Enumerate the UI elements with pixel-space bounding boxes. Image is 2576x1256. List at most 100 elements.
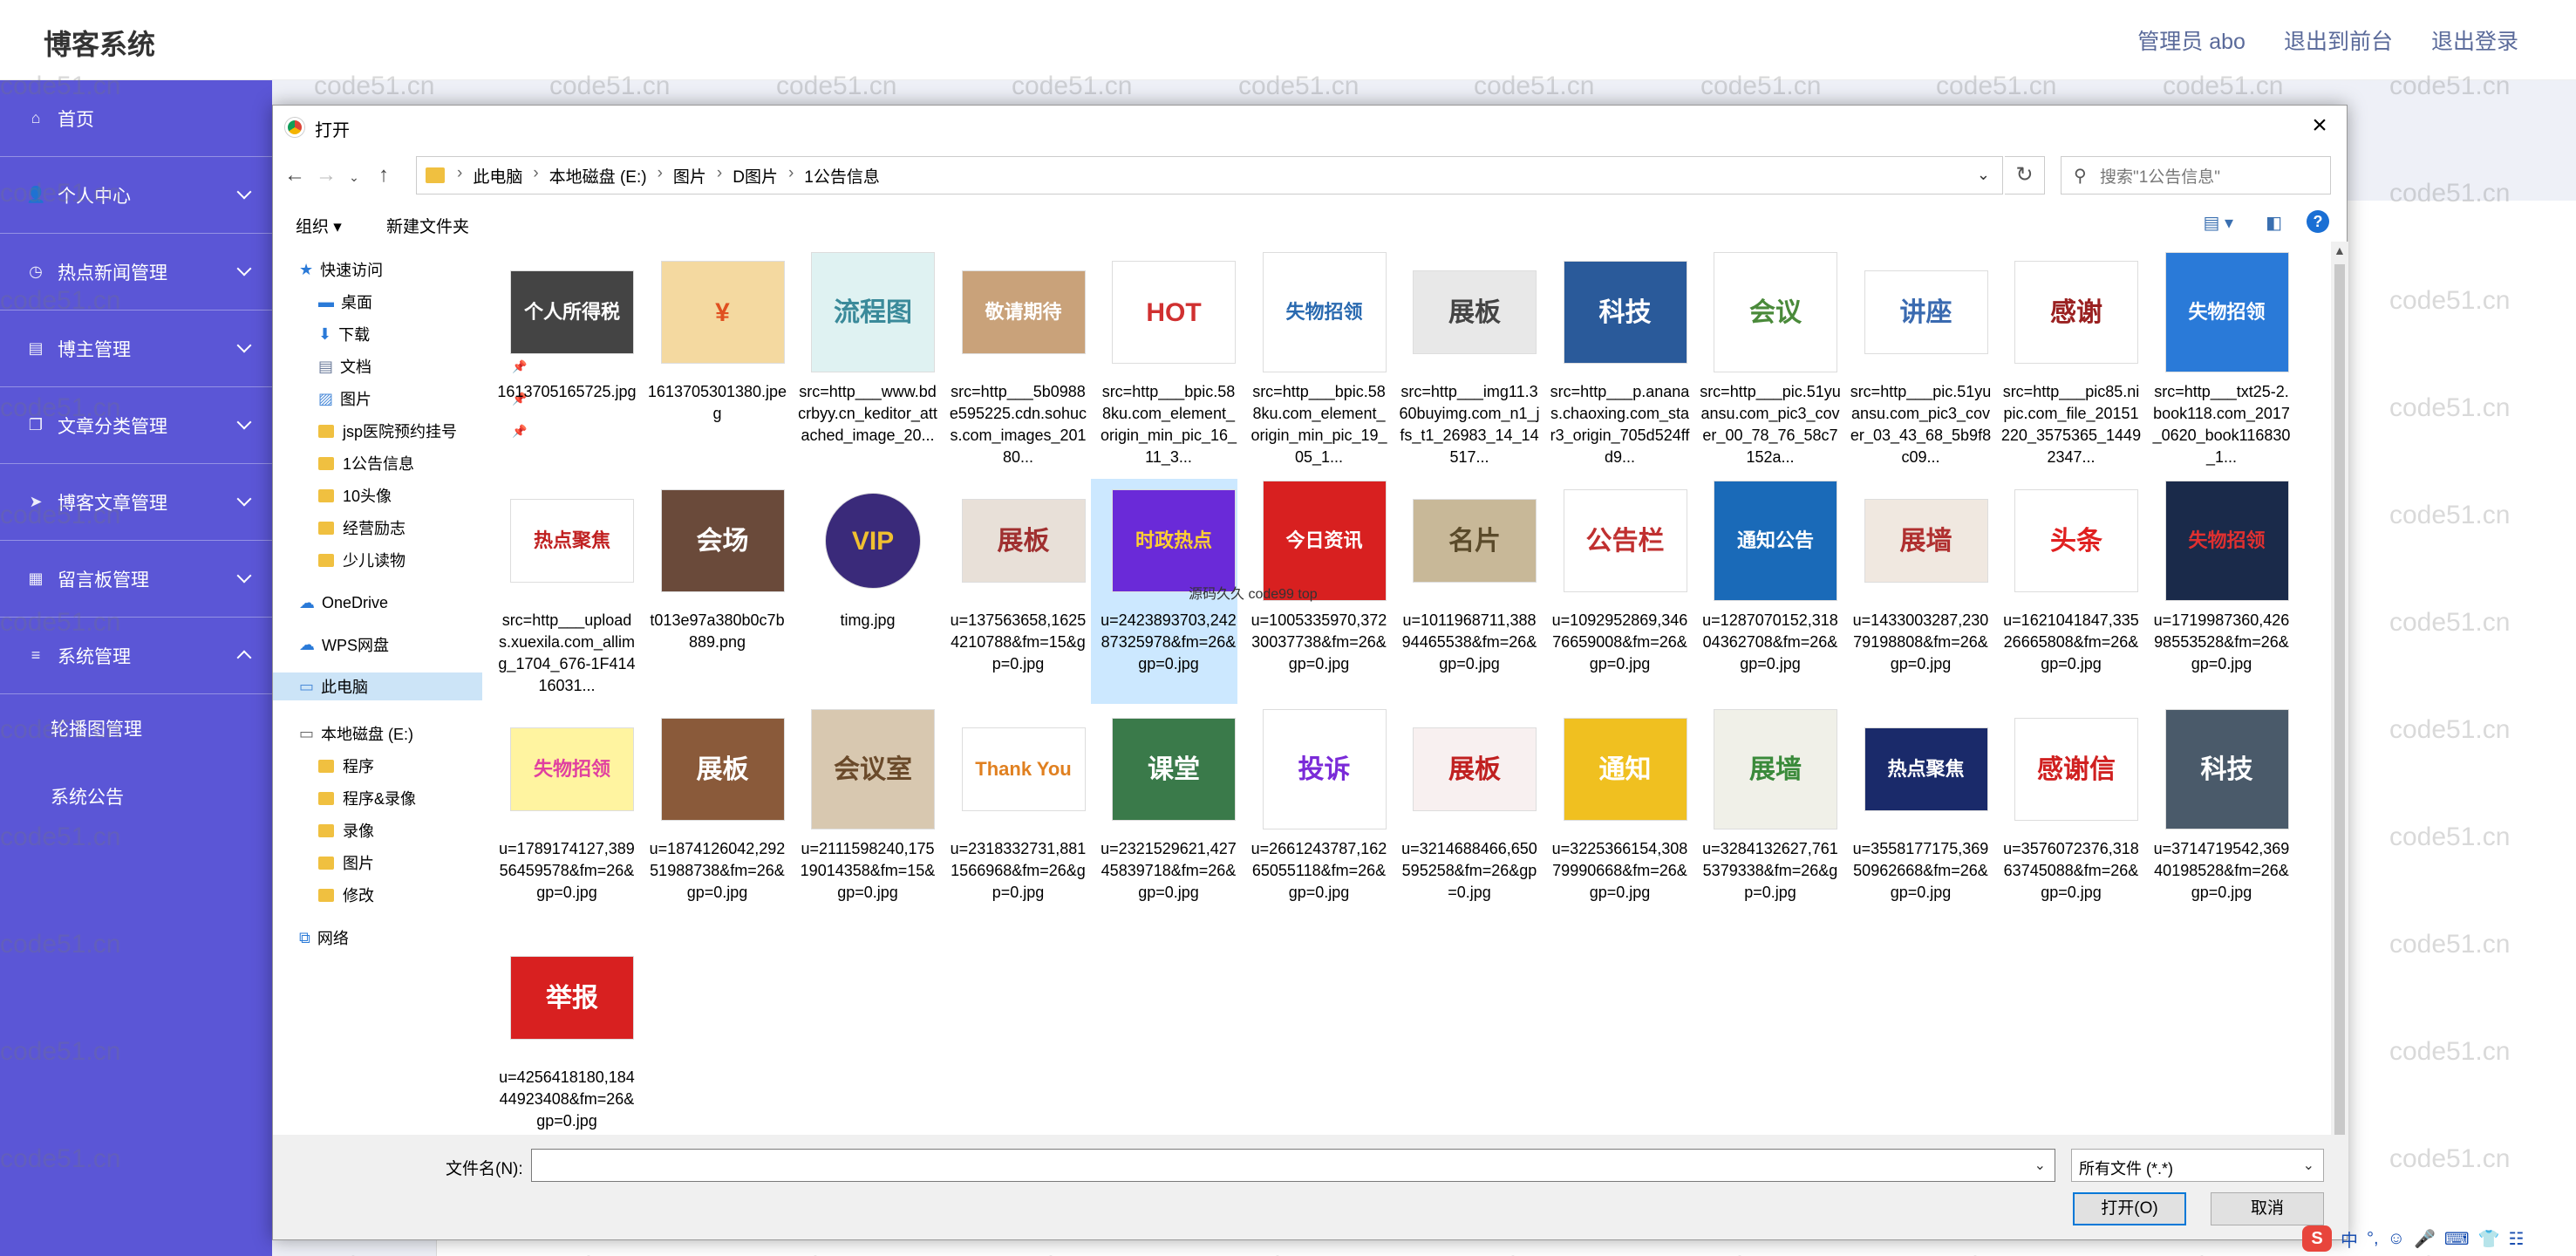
file-item[interactable]: 热点聚焦 u=3558177175,36950962668&fm=26&gp=0.… — [1843, 707, 1990, 932]
tree-item[interactable]: 程序 — [318, 752, 374, 780]
tree-item[interactable]: ⧉ 网络 — [299, 924, 349, 952]
breadcrumb-item[interactable]: 1公告信息 — [804, 164, 880, 188]
tree-item[interactable]: 10头像 — [318, 481, 392, 509]
close-button[interactable]: × — [2305, 113, 2334, 142]
sogou-icon[interactable]: S — [2302, 1225, 2332, 1252]
breadcrumb-item[interactable]: D图片 — [733, 164, 778, 188]
tree-item[interactable]: 录像 — [318, 816, 374, 844]
tree-item[interactable]: ★ 快速访问 — [299, 256, 383, 283]
file-item[interactable]: 感谢信 u=3576072376,31863745088&fm=26&gp=0.j… — [1993, 707, 2140, 932]
scroll-up-icon[interactable]: ▲ — [2334, 243, 2346, 257]
ime-tray-icon[interactable]: ☺ — [2388, 1229, 2405, 1249]
file-item[interactable]: 展墙 u=1433003287,23079198808&fm=26&gp=0.jp… — [1843, 479, 1990, 704]
sidebar-item-5[interactable]: ➤ 博客文章管理 — [0, 464, 272, 541]
sidebar-subitem-1[interactable]: 系统公告 — [0, 762, 272, 830]
tree-item[interactable]: 图片 — [318, 849, 374, 877]
file-item[interactable]: 会议室 u=2111598240,17519014358&fm=15&gp=0.j… — [790, 707, 937, 932]
sidebar-subitem-0[interactable]: 轮播图管理 — [0, 694, 272, 762]
file-item[interactable]: 举报 u=4256418180,18444923408&fm=26&gp=0.jp… — [489, 936, 636, 1161]
sidebar-item-7[interactable]: ≡ 系统管理 — [0, 618, 272, 694]
sidebar-item-4[interactable]: ❐ 文章分类管理 — [0, 387, 272, 464]
tree-item[interactable]: ⬇下载📌 — [318, 320, 527, 348]
refresh-button[interactable]: ↻ — [2005, 156, 2045, 195]
admin-label[interactable]: 管理员 abo — [2137, 24, 2245, 56]
file-item[interactable]: 头条 u=1621041847,33526665808&fm=26&gp=0.jp… — [1993, 479, 2140, 704]
file-item[interactable]: 展板 u=3214688466,650595258&fm=26&gp=0.jpg — [1392, 707, 1538, 932]
file-item[interactable]: 名片 u=1011968711,38894465538&fm=26&gp=0.jp… — [1392, 479, 1538, 704]
file-item[interactable]: 展板 u=137563658,16254210788&fm=15&gp=0.jpg — [941, 479, 1087, 704]
tree-item[interactable]: 少儿读物 — [318, 546, 405, 574]
sidebar-item-2[interactable]: ◷ 热点新闻管理 — [0, 234, 272, 311]
sidebar-item-3[interactable]: ▤ 博主管理 — [0, 311, 272, 387]
chevron-down-icon[interactable]: ⌄ — [1977, 166, 1990, 184]
file-item[interactable]: 热点聚焦 src=http___uploads.xuexila.com_allim… — [489, 479, 636, 704]
up-arrow-icon[interactable]: ↑ — [371, 163, 397, 188]
filetype-select[interactable]: 所有文件 (*.*) ⌄ — [2071, 1149, 2324, 1182]
ime-tray-icon[interactable]: 👕 — [2478, 1228, 2500, 1250]
breadcrumb-item[interactable]: 本地磁盘 (E:) — [549, 164, 647, 188]
filename-input[interactable]: ⌄ — [531, 1149, 2055, 1182]
chevron-down-icon[interactable]: ⌄ — [2034, 1157, 2046, 1174]
preview-pane-icon[interactable]: ◧ — [2266, 212, 2282, 234]
chevron-down-icon[interactable]: ⌄ — [2303, 1157, 2314, 1174]
file-item[interactable]: 讲座 src=http___pic.51yuansu.com_pic3_cover… — [1843, 250, 1991, 475]
tree-item[interactable]: 修改 — [318, 881, 374, 909]
tree-item[interactable]: ▬桌面📌 — [318, 288, 527, 316]
file-item[interactable]: 敬请期待 src=http___5b0988e595225.cdn.sohucs.… — [941, 250, 1087, 475]
file-item[interactable]: 感谢 src=http___pic85.nipic.com_file_201512… — [1993, 250, 2141, 475]
file-item[interactable]: 失物招领 u=1719987360,42698553528&fm=26&gp=0.… — [2144, 479, 2291, 704]
file-item[interactable]: 通知 u=3225366154,30879990668&fm=26&gp=0.jp… — [1543, 707, 1689, 932]
scroll-thumb[interactable] — [2334, 264, 2345, 1189]
back-arrow-icon[interactable]: ← — [282, 163, 308, 188]
file-item[interactable]: Thank You u=2318332731,8811566968&fm=26&g… — [941, 707, 1087, 932]
view-options-icon[interactable]: ▤ ▾ — [2204, 212, 2234, 234]
search-input[interactable]: ⚲ 搜索"1公告信息" — [2061, 156, 2331, 195]
file-item[interactable]: 失物招领 u=1789174127,38956459578&fm=26&gp=0.… — [489, 707, 636, 932]
sidebar-item-1[interactable]: 👤 个人中心 — [0, 157, 272, 234]
file-item[interactable]: 会议 src=http___pic.51yuansu.com_pic3_cover… — [1693, 250, 1841, 475]
ime-tray-icon[interactable]: 🎤 — [2414, 1228, 2436, 1250]
tree-item[interactable]: 程序&录像 — [318, 784, 416, 812]
file-item[interactable]: 展墙 u=3284132627,7615379338&fm=26&gp=0.jpg — [1693, 707, 1839, 932]
new-folder-button[interactable]: 新建文件夹 — [386, 214, 469, 237]
ime-tray-icon[interactable]: ⌨ — [2444, 1228, 2470, 1250]
tree-item[interactable]: 1公告信息 — [318, 449, 414, 477]
tree-item[interactable]: ☁ OneDrive — [299, 589, 388, 617]
tree-item[interactable]: ▭ 本地磁盘 (E:) — [299, 720, 413, 747]
address-bar[interactable]: › 此电脑 › 本地磁盘 (E:) › 图片 › D图片 › 1公告信息 ⌄ — [416, 156, 2003, 195]
file-item[interactable]: 公告栏 u=1092952869,34676659008&fm=26&gp=0.j… — [1543, 479, 1689, 704]
breadcrumb-item[interactable]: 此电脑 — [473, 164, 522, 188]
breadcrumb-item[interactable]: 图片 — [673, 164, 706, 188]
sidebar-item-6[interactable]: ▦ 留言板管理 — [0, 541, 272, 618]
tree-item[interactable]: ▨ 图片 📌 — [318, 385, 527, 413]
sidebar-item-0[interactable]: ⌂ 首页 — [0, 80, 272, 157]
help-icon[interactable]: ? — [2307, 210, 2329, 233]
file-item[interactable]: 展板 src=http___img11.360buyimg.com_n1_jfs_… — [1392, 250, 1540, 475]
ime-tray-icon[interactable]: °, — [2367, 1229, 2379, 1249]
organize-button[interactable]: 组织 ▾ — [296, 214, 342, 237]
file-item[interactable]: 个人所得税 1613705165725.jpg — [489, 250, 637, 475]
recent-chevron-icon[interactable]: ⌄ — [341, 170, 367, 185]
to-front-link[interactable]: 退出到前台 — [2284, 24, 2393, 56]
tree-item[interactable]: ▭ 此电脑 — [273, 672, 482, 700]
tree-item[interactable]: jsp医院预约挂号 📌 — [318, 417, 527, 445]
file-item[interactable]: 科技 src=http___p.ananas.chaoxing.com_star3… — [1543, 250, 1689, 475]
file-item[interactable]: 投诉 u=2661243787,16265055118&fm=26&gp=0.jp… — [1242, 707, 1388, 932]
forward-arrow-icon[interactable]: → — [313, 163, 339, 188]
vertical-scrollbar[interactable]: ▲ ▼ — [2331, 242, 2348, 1236]
file-item[interactable]: 展板 u=1874126042,29251988738&fm=26&gp=0.jp… — [640, 707, 787, 932]
file-item[interactable]: 会场 t013e97a380b0c7b889.png — [640, 479, 787, 704]
file-item[interactable]: 流程图 src=http___www.bdcrbyy.cn_keditor_att… — [790, 250, 937, 475]
file-item[interactable]: 通知公告 u=1287070152,31804362708&fm=26&gp=0.… — [1693, 479, 1839, 704]
ime-tray-icon[interactable]: ☷ — [2509, 1228, 2525, 1250]
ime-tray-icon[interactable]: 中 — [2341, 1226, 2358, 1252]
tree-item[interactable]: ▤ 文档 📌 — [318, 352, 527, 380]
file-item[interactable]: VIP timg.jpg — [790, 479, 937, 704]
open-button[interactable]: 打开(O) — [2073, 1192, 2186, 1225]
file-item[interactable]: 课堂 u=2321529621,42745839718&fm=26&gp=0.jp… — [1091, 707, 1237, 932]
file-item[interactable]: HOT src=http___bpic.588ku.com_element_ori… — [1091, 250, 1237, 475]
file-item[interactable]: 科技 u=3714719542,36940198528&fm=26&gp=0.jp… — [2144, 707, 2291, 932]
tree-item[interactable]: ☁ WPS网盘 — [299, 631, 389, 659]
logout-link[interactable]: 退出登录 — [2431, 24, 2518, 56]
file-item[interactable]: 失物招领 src=http___txt25-2.book118.com_2017_… — [2144, 250, 2291, 475]
